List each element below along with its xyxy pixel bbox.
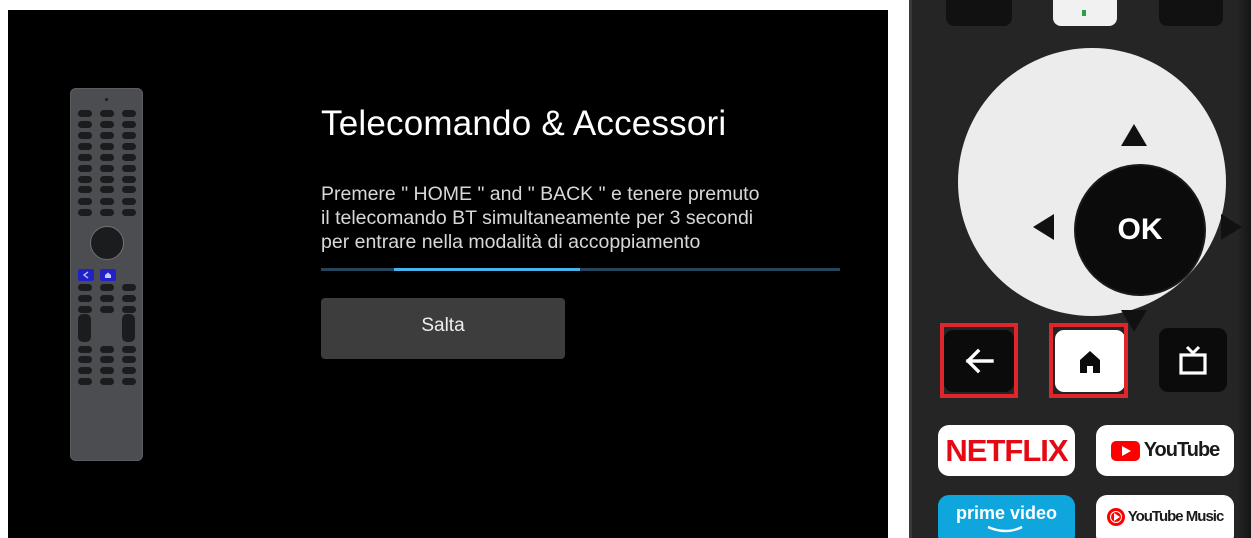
mini-remote-key	[122, 356, 136, 363]
mini-remote-key	[78, 121, 92, 128]
mini-remote-key	[122, 154, 136, 161]
mini-remote-key	[78, 165, 92, 172]
instruction-line: Premere " HOME " and " BACK " e tenere p…	[321, 183, 760, 205]
up-arrow-icon[interactable]	[1121, 124, 1147, 146]
mini-remote-key	[78, 367, 92, 374]
mini-remote-key	[78, 346, 92, 353]
progress-indicator	[393, 268, 581, 271]
mini-remote-key	[122, 209, 136, 216]
tv-screen: Telecomando & Accessori Premere " HOME "…	[8, 10, 888, 538]
top-key-left	[946, 0, 1012, 26]
home-icon	[105, 272, 111, 278]
mini-remote-key	[78, 186, 92, 193]
mini-home-key-highlight	[100, 269, 116, 281]
mini-remote-key	[122, 176, 136, 183]
mini-back-key-highlight	[78, 269, 94, 281]
mini-remote-key	[100, 346, 114, 353]
instruction-line: per entrare nella modalità di accoppiame…	[321, 231, 701, 253]
mini-remote-key	[78, 132, 92, 139]
mini-remote-key	[122, 346, 136, 353]
remote-control-photo: OK NETFLIX YouTube prime video YouTube M…	[909, 0, 1251, 538]
youtube-button[interactable]: YouTube	[1096, 425, 1234, 476]
mini-remote-key	[78, 154, 92, 161]
top-key-center	[1053, 0, 1117, 26]
mini-remote-key	[78, 176, 92, 183]
remote-edge	[909, 0, 912, 538]
mini-remote-key	[122, 110, 136, 117]
mini-remote-key	[122, 367, 136, 374]
mini-remote-key	[122, 143, 136, 150]
youtube-play-icon	[1110, 440, 1140, 461]
mini-remote-key	[100, 306, 114, 313]
tv-icon	[1179, 345, 1207, 375]
mini-remote-key	[100, 284, 114, 291]
mini-remote-key	[78, 198, 92, 205]
mini-remote-key	[100, 154, 114, 161]
mini-remote-key	[122, 186, 136, 193]
mini-remote-key	[122, 165, 136, 172]
youtube-music-button[interactable]: YouTube Music	[1096, 495, 1234, 538]
mini-remote-key	[122, 378, 136, 385]
mini-remote-key	[100, 121, 114, 128]
mini-remote-key	[122, 295, 136, 302]
youtube-label: YouTube	[1143, 439, 1221, 461]
mini-remote-key	[100, 176, 114, 183]
mini-remote-key	[122, 284, 136, 291]
mini-rocker-key	[78, 314, 91, 342]
remote-shading	[1237, 0, 1251, 538]
mini-remote-key	[100, 110, 114, 117]
netflix-button[interactable]: NETFLIX	[938, 425, 1075, 476]
mini-remote-key	[100, 367, 114, 374]
home-key-highlight	[1049, 323, 1128, 398]
youtube-music-label: YouTube Music	[1127, 508, 1225, 525]
left-arrow-icon[interactable]	[1033, 214, 1054, 240]
prime-video-button[interactable]: prime video	[938, 495, 1075, 538]
mini-remote-key	[78, 284, 92, 291]
mini-remote-key	[100, 186, 114, 193]
tv-button[interactable]	[1159, 328, 1227, 392]
mini-remote-key	[100, 165, 114, 172]
mini-remote-key	[100, 356, 114, 363]
mini-remote-key	[100, 209, 114, 216]
prime-smile-icon	[987, 525, 1023, 533]
mini-remote-key	[78, 110, 92, 117]
mini-remote-key	[78, 295, 92, 302]
ok-button[interactable]: OK	[1076, 166, 1204, 294]
mini-remote-key	[122, 198, 136, 205]
mini-remote-key	[100, 143, 114, 150]
mini-remote-key	[122, 306, 136, 313]
mini-remote-key	[100, 295, 114, 302]
mini-remote-key	[78, 143, 92, 150]
youtube-music-icon	[1106, 508, 1125, 526]
page-title: Telecomando & Accessori	[321, 104, 727, 143]
back-icon	[82, 271, 89, 279]
mini-remote-key	[100, 198, 114, 205]
mini-remote-key	[78, 209, 92, 216]
mini-remote-key	[78, 356, 92, 363]
led-indicator	[105, 98, 108, 101]
mini-remote-key	[78, 306, 92, 313]
mini-dpad	[90, 226, 124, 260]
dpad[interactable]: OK	[958, 48, 1242, 332]
mini-remote-key	[100, 132, 114, 139]
skip-button[interactable]: Salta	[321, 298, 565, 359]
instruction-line: il telecomando BT simultaneamente per 3 …	[321, 207, 754, 229]
mini-remote-key	[100, 378, 114, 385]
remote-illustration	[70, 88, 143, 461]
mini-remote-key	[78, 378, 92, 385]
mini-remote-key	[122, 121, 136, 128]
back-key-highlight	[940, 323, 1018, 398]
mini-rocker-key	[122, 314, 135, 342]
pairing-instructions: Premere " HOME " and " BACK " e tenere p…	[321, 182, 861, 254]
prime-video-label: prime video	[955, 503, 1058, 523]
mini-remote-key	[122, 132, 136, 139]
top-key-right	[1159, 0, 1223, 26]
pairing-progress-bar	[321, 268, 840, 271]
